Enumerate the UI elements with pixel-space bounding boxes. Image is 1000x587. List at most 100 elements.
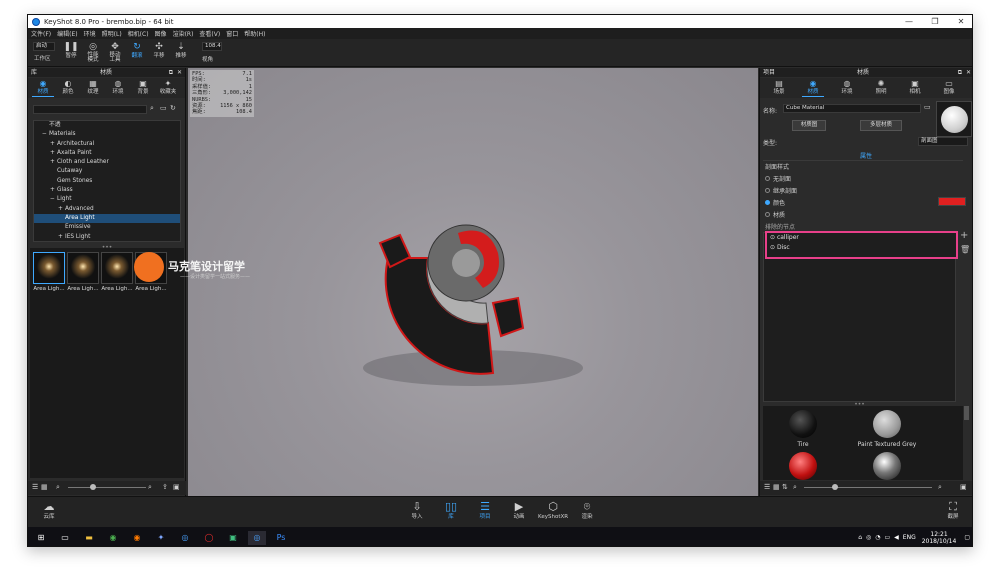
view-list-icon[interactable]: ☰ bbox=[32, 483, 38, 491]
menu-edit[interactable]: 编辑(E) bbox=[57, 29, 77, 38]
image-icon[interactable]: ▣ bbox=[960, 483, 967, 491]
tray-lang[interactable]: ENG bbox=[903, 534, 916, 541]
node-item-calliper[interactable]: ⊙ calliper bbox=[767, 233, 956, 243]
library-search-input[interactable] bbox=[33, 105, 147, 114]
expand-toggle-icon[interactable]: + bbox=[50, 149, 57, 158]
zoom-out-icon[interactable]: ⌕ bbox=[56, 483, 60, 492]
trash-icon[interactable]: 🗑 bbox=[960, 245, 970, 254]
tire-material-thumbnail[interactable] bbox=[789, 410, 817, 438]
chrome-thumbnail[interactable] bbox=[873, 452, 901, 480]
render-viewport[interactable]: FPS: 7.1 时间: 1s 采样值: 1 三角形: 3,000,142 NURBS:… bbox=[188, 68, 758, 496]
tab-scene[interactable]: ▤ 场景 bbox=[768, 79, 790, 96]
menu-help[interactable]: 帮助(H) bbox=[244, 29, 265, 38]
float-icon[interactable]: ⧉ bbox=[958, 68, 962, 77]
thumbnail-size-slider[interactable] bbox=[68, 487, 146, 488]
multi-material-button[interactable]: 多层材质 bbox=[860, 120, 902, 131]
app-icon[interactable]: ◎ bbox=[176, 531, 194, 545]
tray-icon[interactable]: ⌂ bbox=[858, 534, 862, 541]
library-tree-item[interactable]: + Architectural bbox=[34, 140, 180, 149]
expand-toggle-icon[interactable]: + bbox=[50, 158, 57, 167]
import-button[interactable]: ⇩ 导入 bbox=[402, 500, 432, 521]
zoom-in-icon[interactable]: ⌕ bbox=[938, 483, 942, 492]
expand-toggle-icon[interactable]: − bbox=[42, 130, 49, 139]
pause-button[interactable]: ❚❚ 暂停 bbox=[60, 41, 82, 65]
tab-lighting[interactable]: ✺ 照明 bbox=[870, 79, 892, 96]
library-tree-item[interactable]: + Advanced bbox=[34, 205, 180, 214]
radio-button[interactable] bbox=[765, 212, 770, 217]
thumbnail-area-light-2[interactable] bbox=[67, 252, 99, 284]
animation-button[interactable]: ▶ 动画 bbox=[504, 500, 534, 521]
library-tree-item[interactable]: Emissive bbox=[34, 223, 180, 232]
cloud-library-button[interactable]: ☁ 云库 bbox=[34, 500, 64, 521]
render-button[interactable]: ⌾ 渲染 bbox=[572, 500, 602, 521]
slider-knob[interactable] bbox=[90, 484, 96, 490]
tab-favorites[interactable]: ✦ 收藏夹 bbox=[157, 79, 179, 96]
search-icon[interactable]: ⌕ bbox=[150, 104, 154, 113]
option-color[interactable]: 颜色 bbox=[765, 198, 785, 207]
menu-environment[interactable]: 环境 bbox=[84, 29, 96, 38]
close-button[interactable]: ✕ bbox=[948, 17, 972, 26]
view-grid-icon[interactable]: ▦ bbox=[773, 483, 780, 491]
firefox-icon[interactable]: ◉ bbox=[128, 531, 146, 545]
refresh-library-icon[interactable]: ↻ bbox=[170, 104, 176, 112]
thumbnail-area-light-1[interactable] bbox=[33, 252, 65, 284]
upload-icon[interactable]: ⇪ bbox=[162, 483, 168, 491]
slider-knob[interactable] bbox=[832, 484, 838, 490]
pan-button[interactable]: ✣ 平移 bbox=[148, 41, 170, 65]
tab-textures[interactable]: ▦ 纹理 bbox=[82, 79, 104, 96]
material-name-input[interactable]: Cube Material bbox=[783, 104, 921, 113]
photoshop-icon[interactable]: Ps bbox=[272, 531, 290, 545]
expand-toggle-icon[interactable]: + bbox=[50, 140, 57, 149]
library-button[interactable]: ▯▯ 库 bbox=[436, 500, 466, 521]
library-tree-item[interactable]: − Light bbox=[34, 195, 180, 204]
menu-file[interactable]: 文件(F) bbox=[31, 29, 51, 38]
volume-icon[interactable]: ◀ bbox=[894, 534, 899, 541]
project-button[interactable]: ☰ 项目 bbox=[470, 500, 500, 521]
maximize-button[interactable]: ❐ bbox=[922, 17, 948, 26]
fov-input[interactable]: 108.4 bbox=[202, 42, 222, 51]
tab-colors[interactable]: ◐ 颜色 bbox=[57, 79, 79, 96]
option-no-section[interactable]: 无剖面 bbox=[765, 174, 791, 183]
material-graph-button[interactable]: 材质图 bbox=[792, 120, 826, 131]
library-tree-item[interactable]: Gem Stones bbox=[34, 177, 180, 186]
folder-icon[interactable]: ▭ bbox=[160, 104, 167, 112]
image-icon[interactable]: ▣ bbox=[173, 483, 180, 491]
opera-icon[interactable]: ◯ bbox=[200, 531, 218, 545]
library-tree-item[interactable]: + Axalta Paint bbox=[34, 149, 180, 158]
chrome-icon[interactable]: ◉ bbox=[104, 531, 122, 545]
zoom-in-icon[interactable]: ⌕ bbox=[148, 483, 152, 492]
task-view-icon[interactable]: ▭ bbox=[56, 531, 74, 545]
app-icon[interactable]: ▣ bbox=[224, 531, 242, 545]
network-icon[interactable]: ▭ bbox=[885, 534, 891, 541]
menu-image[interactable]: 图像 bbox=[155, 29, 167, 38]
library-tree-item[interactable]: + Cloth and Leather bbox=[34, 158, 180, 167]
library-tree-item[interactable]: 不透 bbox=[34, 121, 180, 130]
expand-toggle-icon[interactable]: + bbox=[58, 205, 65, 214]
tumble-button[interactable]: ↻ 翻滚 bbox=[126, 41, 148, 65]
save-icon[interactable]: ▭ bbox=[924, 103, 931, 111]
library-tree-item[interactable]: Area Light bbox=[34, 213, 180, 224]
tab-environment[interactable]: ◍ 环境 bbox=[836, 79, 858, 96]
move-tool-button[interactable]: ✥ 移动 工具 bbox=[104, 41, 126, 65]
tab-materials[interactable]: ◉ 材质 bbox=[32, 79, 54, 97]
tab-environments[interactable]: ◍ 环境 bbox=[107, 79, 129, 96]
minimize-button[interactable]: — bbox=[896, 17, 922, 26]
tree-icon[interactable]: ⇅ bbox=[782, 483, 788, 491]
view-grid-icon[interactable]: ▦ bbox=[41, 483, 48, 491]
option-material[interactable]: 材质 bbox=[765, 210, 785, 219]
tray-icon[interactable]: ◔ bbox=[875, 534, 880, 541]
clock[interactable]: 12:21 2018/10/14 bbox=[922, 531, 957, 545]
thumbnail-area-light-3[interactable] bbox=[101, 252, 133, 284]
menu-render[interactable]: 渲染(R) bbox=[173, 29, 194, 38]
library-tree-item[interactable]: + IES Light bbox=[34, 233, 180, 241]
section-color-swatch[interactable] bbox=[938, 197, 966, 206]
view-list-icon[interactable]: ☰ bbox=[764, 483, 770, 491]
menu-camera[interactable]: 相机(C) bbox=[128, 29, 149, 38]
app-icon[interactable]: ✦ bbox=[152, 531, 170, 545]
tab-material[interactable]: ◉ 材质 bbox=[802, 79, 824, 97]
menu-lighting[interactable]: 照明(L) bbox=[102, 29, 122, 38]
tab-backplates[interactable]: ▣ 背景 bbox=[132, 79, 154, 96]
dolly-button[interactable]: ⇣ 推移 bbox=[170, 41, 192, 65]
keyshotxr-button[interactable]: ⬡ KeyShotXR bbox=[538, 500, 568, 521]
tray-icon[interactable]: ◎ bbox=[866, 534, 871, 541]
